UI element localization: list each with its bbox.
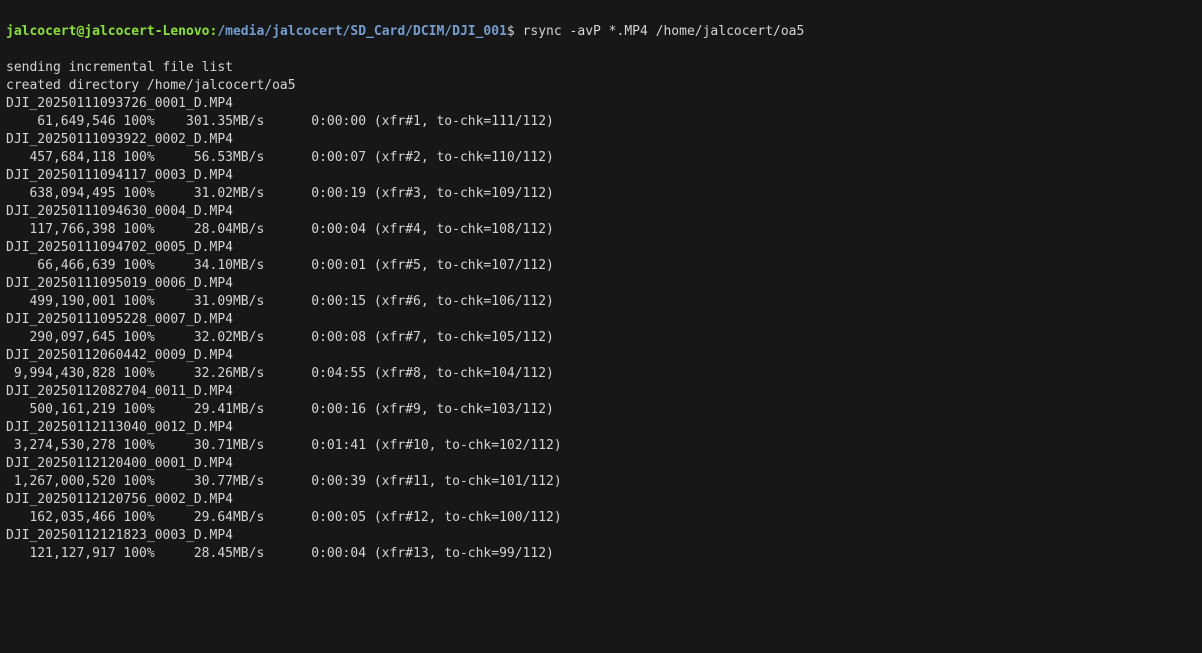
prompt-line[interactable]: jalcocert@jalcocert-Lenovo:/media/jalcoc… xyxy=(6,23,1196,41)
terminal-output: sending incremental file list created di… xyxy=(6,59,1196,563)
prompt-userhost: jalcocert@jalcocert-Lenovo xyxy=(6,24,210,39)
prompt-dollar: $ xyxy=(507,24,523,39)
prompt-path: /media/jalcocert/SD_Card/DCIM/DJI_001 xyxy=(217,24,507,39)
command-text: rsync -avP *.MP4 /home/jalcocert/oa5 xyxy=(523,24,805,39)
